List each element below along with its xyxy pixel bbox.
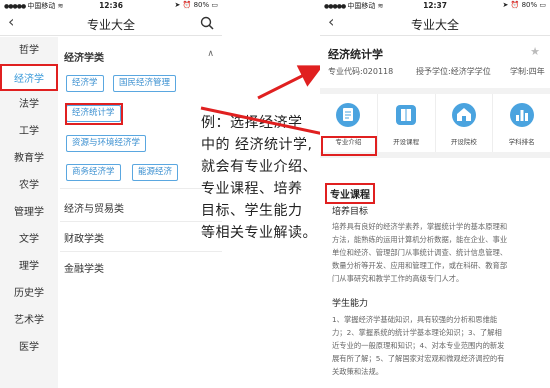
divider <box>60 188 222 189</box>
training-goal-title: 培养目标 <box>332 207 369 217</box>
right-phone-screen: ●●●●● 中国移动 ≋ 12:37 ➤ ⏰ 80% ▭ ‹ 专业大全 经济统计… <box>320 0 550 388</box>
chevron-up-icon[interactable]: ∧ <box>207 49 214 59</box>
highlight-major-intro <box>321 136 377 156</box>
annotation-line: 专业课程、培养 <box>201 181 303 197</box>
tile-schools[interactable]: 开设院校 <box>436 94 494 152</box>
status-bar: ●●●●● 中国移动 ≋ 12:36 ➤ ⏰ 80% ▭ <box>0 0 222 11</box>
sidebar-item-literature[interactable]: 文学 <box>0 226 58 253</box>
annotation-text: 例：选择经济学 中的 经济统计学, 就会有专业介绍、 专业课程、培养 目标、学生… <box>201 112 325 244</box>
major-tag-business-economics[interactable]: 商务经济学 <box>66 164 121 181</box>
school-icon <box>451 103 476 127</box>
battery-icon: ▭ <box>211 1 218 9</box>
major-code: 专业代码:020118 <box>328 67 394 76</box>
sidebar-item-medicine[interactable]: 医学 <box>0 334 58 361</box>
sidebar-item-history[interactable]: 历史学 <box>0 280 58 307</box>
sidebar-item-art[interactable]: 艺术学 <box>0 307 58 334</box>
major-tag-economic-statistics[interactable]: 经济统计学 <box>66 105 121 122</box>
location-icon: ➤ <box>502 1 509 9</box>
major-name: 经济统计学 <box>328 48 383 61</box>
tile-label: 学科排名 <box>508 138 535 146</box>
battery-percent: 80% <box>521 1 538 9</box>
category-panel: 经济学类 ∧ 经济学 国民经济管理 经济统计学 资源与环境经济学 商务经济学 能… <box>60 37 222 388</box>
left-phone-screen: ●●●●● 中国移动 ≋ 12:36 ➤ ⏰ 80% ▭ ‹ 专业大全 哲学 经… <box>0 0 222 388</box>
major-duration: 学制:四年 <box>510 67 545 76</box>
major-tag-energy-economics[interactable]: 能源经济 <box>132 164 179 181</box>
annotation-line: 目标、学生能力 <box>201 203 303 219</box>
category-header[interactable]: 经济学类 <box>64 49 104 64</box>
annotation-line: 例：选择经济学 <box>201 115 303 131</box>
alarm-icon: ⏰ <box>510 1 520 9</box>
tile-ranking[interactable]: 学科排名 <box>493 94 550 152</box>
annotation-line: 等相关专业解读。 <box>201 225 317 241</box>
section-title: 专业课程 <box>325 183 375 204</box>
major-degree: 授予学位:经济学学位 <box>416 67 491 76</box>
sidebar-item-philosophy[interactable]: 哲学 <box>0 37 58 64</box>
alarm-icon: ⏰ <box>182 1 192 9</box>
sidebar-item-science[interactable]: 理学 <box>0 253 58 280</box>
sidebar-item-law[interactable]: 法学 <box>0 91 58 118</box>
group-economy-trade[interactable]: 经济与贸易类 <box>64 200 124 215</box>
nav-bar: ‹ 专业大全 <box>0 11 222 36</box>
discipline-sidebar: 哲学 经济学 法学 工学 教育学 农学 管理学 文学 理学 历史学 艺术学 医学 <box>0 37 58 388</box>
page-title: 专业大全 <box>410 18 459 32</box>
nav-bar: ‹ 专业大全 <box>320 11 550 36</box>
sidebar-item-engineering[interactable]: 工学 <box>0 118 58 145</box>
status-bar: ●●●●● 中国移动 ≋ 12:37 ➤ ⏰ 80% ▭ <box>320 0 550 11</box>
tile-label: 开设院校 <box>450 138 477 146</box>
divider <box>60 221 222 222</box>
document-icon <box>336 103 361 127</box>
page-title: 专业大全 <box>86 18 135 32</box>
search-icon[interactable] <box>200 16 214 30</box>
book-icon <box>396 105 417 125</box>
battery-icon: ▭ <box>539 1 546 9</box>
star-icon[interactable]: ★ <box>530 45 540 58</box>
group-banking[interactable]: 金融学类 <box>64 260 104 275</box>
group-finance-science[interactable]: 财政学类 <box>64 230 104 245</box>
tile-label: 开设课程 <box>393 138 420 146</box>
tile-courses[interactable]: 开设课程 <box>378 94 436 152</box>
student-ability-title: 学生能力 <box>332 299 369 309</box>
ranking-icon <box>509 103 534 127</box>
sidebar-item-management[interactable]: 管理学 <box>0 199 58 226</box>
student-ability-text: 1、掌握经济学基础知识，具有较强的分析和思维能 力；2、掌握系统的统计学基本理论… <box>332 315 505 376</box>
sidebar-item-agriculture[interactable]: 农学 <box>0 172 58 199</box>
arrow-to-header <box>257 65 324 100</box>
battery-percent: 80% <box>193 1 210 9</box>
major-tag-economics[interactable]: 经济学 <box>66 75 104 92</box>
location-icon: ➤ <box>174 1 181 9</box>
training-goal-text: 培养具有良好的经济学素养，掌握统计学的基本原理和 方法，能熟练的运用计算机分析数… <box>332 222 508 283</box>
major-tag-national-economic-management[interactable]: 国民经济管理 <box>113 75 177 92</box>
annotation-line: 就会有专业介绍、 <box>201 159 317 175</box>
sidebar-item-education[interactable]: 教育学 <box>0 145 58 172</box>
sidebar-item-economics[interactable]: 经济学 <box>0 64 58 91</box>
annotation-line: 中的 经济统计学, <box>201 137 313 153</box>
divider <box>60 251 222 252</box>
major-tag-resource-environment-economics[interactable]: 资源与环境经济学 <box>66 135 147 152</box>
